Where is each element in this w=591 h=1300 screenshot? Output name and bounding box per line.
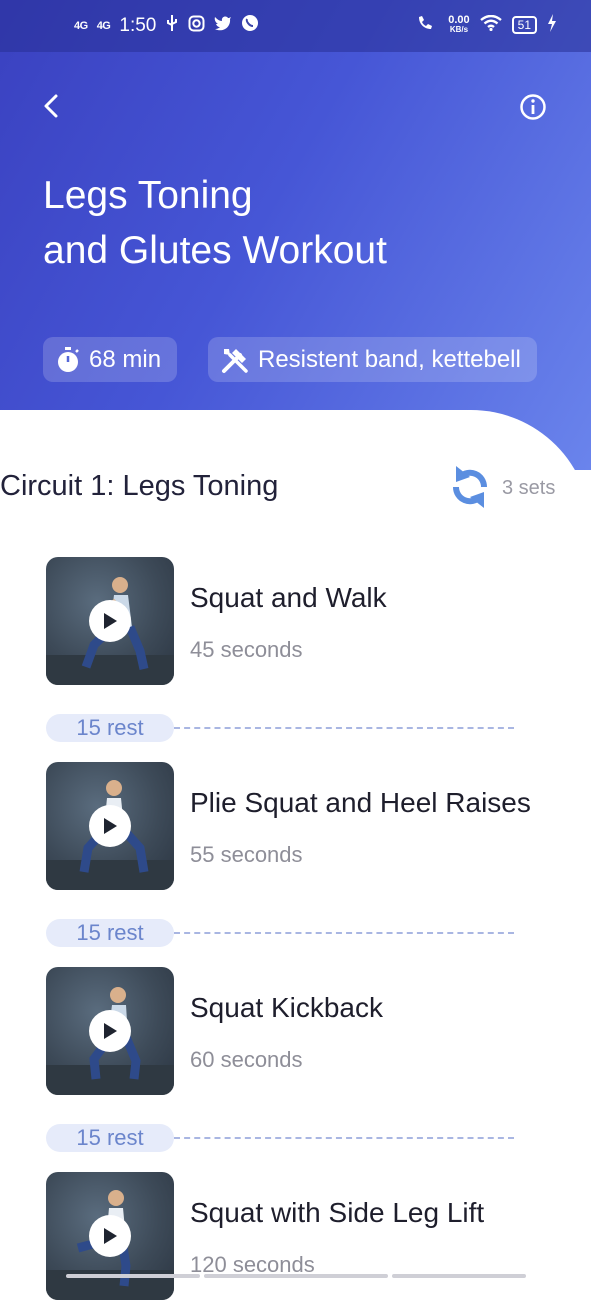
rest-divider: [174, 932, 514, 934]
title-line-2: and Glutes Workout: [43, 229, 387, 272]
usb-icon: [165, 14, 179, 38]
exercise-name[interactable]: Squat Kickback: [190, 992, 383, 1024]
title-line-1: Legs Toning: [43, 174, 253, 217]
workout-title: Legs Toning and Glutes Workout: [43, 168, 387, 278]
rest-divider: [174, 727, 514, 729]
signal-indicator-1: 4G: [74, 20, 88, 32]
stopwatch-icon: [58, 346, 79, 372]
exercise-thumbnail[interactable]: [46, 1172, 174, 1300]
net-speed-unit: KB/s: [449, 24, 469, 34]
chevron-left-icon: [44, 94, 58, 118]
play-icon: [104, 1023, 117, 1039]
equipment-chip: Resistent band, kettebell: [208, 337, 537, 382]
circuit-title: Circuit 1: Legs Toning: [0, 470, 279, 502]
rest-badge: 15 rest: [46, 714, 174, 742]
play-button[interactable]: [89, 1215, 131, 1257]
exercise-name[interactable]: Squat and Walk: [190, 582, 387, 614]
info-icon: [520, 94, 546, 120]
charging-icon: [547, 14, 557, 35]
play-icon: [104, 818, 117, 834]
exercise-duration: 55 seconds: [190, 842, 303, 867]
sets-count: 3 sets: [502, 477, 556, 499]
volte-call-icon: [416, 14, 438, 35]
equipment-label: Resistent band, kettebell: [258, 345, 521, 373]
battery-icon: 51: [511, 15, 537, 34]
whatsapp-icon: [241, 14, 259, 38]
exercise-name[interactable]: Plie Squat and Heel Raises: [190, 787, 531, 819]
duration-chip: 68 min: [43, 337, 177, 382]
exercise-name[interactable]: Squat with Side Leg Lift: [190, 1197, 484, 1229]
exercise-thumbnail[interactable]: [46, 967, 174, 1095]
back-button[interactable]: [38, 88, 70, 124]
wifi-icon: [479, 14, 502, 34]
exercise-thumbnail[interactable]: [46, 557, 174, 685]
exercise-duration: 60 seconds: [190, 1047, 303, 1072]
info-button[interactable]: [518, 92, 548, 122]
bottom-indicator: [66, 1274, 526, 1278]
exercise-thumbnail[interactable]: [46, 762, 174, 890]
play-button[interactable]: [89, 600, 131, 642]
net-speed: 0.00: [448, 13, 470, 26]
play-icon: [104, 1228, 117, 1244]
signal-indicator-2: 4G: [96, 20, 111, 32]
play-icon: [104, 613, 117, 629]
exercise-duration: 45 seconds: [190, 637, 303, 662]
clock: 1:50: [119, 15, 157, 36]
rest-badge: 15 rest: [46, 919, 174, 947]
rest-badge: 15 rest: [46, 1124, 174, 1152]
play-button[interactable]: [89, 1010, 131, 1052]
rest-divider: [174, 1137, 514, 1139]
play-button[interactable]: [89, 805, 131, 847]
repeat-icon: [452, 466, 488, 508]
instagram-icon: [188, 15, 205, 38]
tools-icon: [222, 348, 248, 373]
duration-label: 68 min: [89, 345, 162, 373]
twitter-icon: [214, 15, 232, 37]
status-bar: 4G 4G 1:50 0.00 KB/s 51: [0, 0, 591, 52]
